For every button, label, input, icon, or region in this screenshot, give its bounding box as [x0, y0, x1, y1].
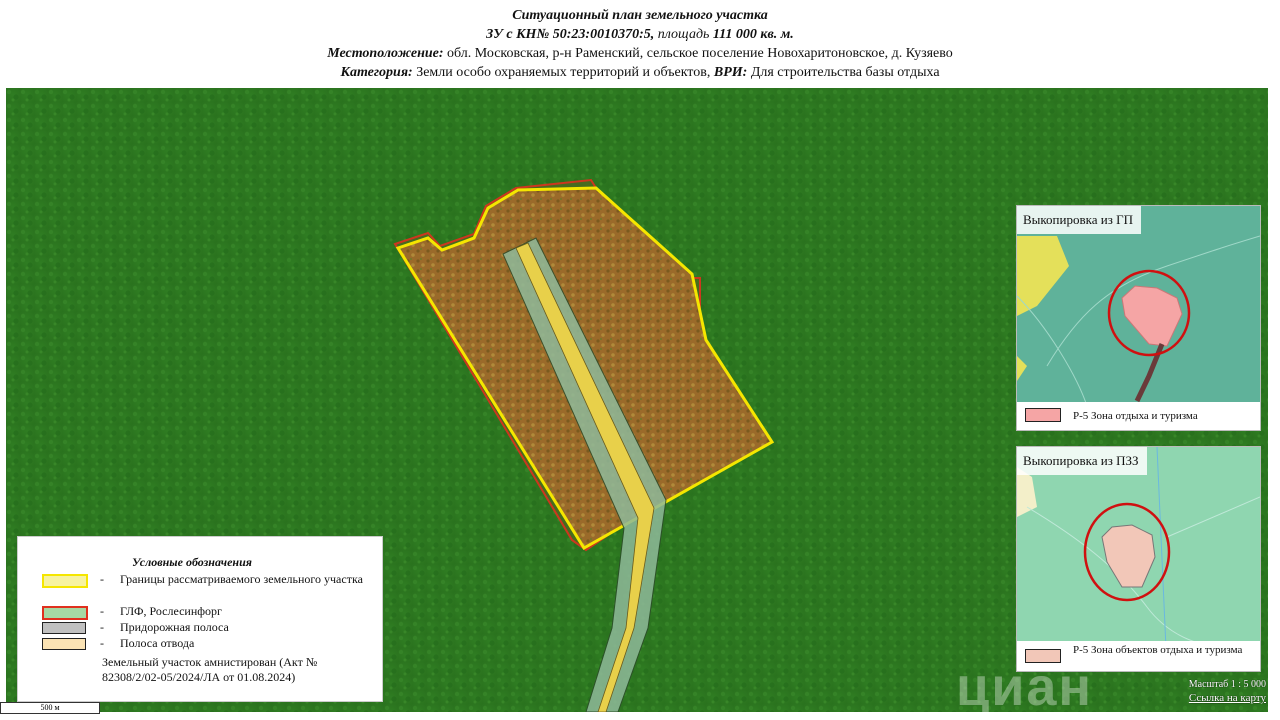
inset-gp[interactable]: Выкопировка из ГП Р-5 Зона отдыха и тури… [1016, 205, 1261, 431]
legend-dash: - [100, 604, 104, 618]
inset-pzz-legend-swatch [1025, 649, 1061, 663]
header-location-value: обл. Московская, р-н Раменский, сельское… [447, 46, 953, 61]
header-cadastral-number: ЗУ с КН№ 50:23:0010370:5, [486, 27, 655, 42]
inset-gp-legend: Р-5 Зона отдыха и туризма [1017, 402, 1260, 430]
map-link[interactable]: Ссылка на карту [1189, 692, 1266, 704]
legend-dash: - [100, 572, 104, 586]
inset-pzz-map [1017, 447, 1260, 671]
legend-dash: - [100, 620, 104, 634]
header-vri-label: ВРИ: [713, 65, 748, 80]
header-category-value: Земли особо охраняемых территорий и объе… [416, 65, 711, 80]
inset-gp-title: Выкопировка из ГП [1017, 206, 1141, 234]
legend-swatch-glf [42, 606, 88, 620]
header-vri-value: Для строительства базы отдыха [750, 65, 940, 80]
inset-pzz[interactable]: Выкопировка из ПЗЗ Р-5 Зона объектов отд… [1016, 446, 1261, 672]
header-category-label: Категория: [340, 65, 413, 80]
header-location: Местоположение: обл. Московская, р-н Рам… [0, 44, 1280, 63]
legend-swatch-right-of-way [42, 638, 86, 650]
legend-label-right-of-way: Полоса отвода [120, 636, 195, 650]
map-legend: Условные обозначения - Границы рассматри… [17, 536, 383, 702]
legend-label-roadside: Придорожная полоса [120, 620, 229, 634]
scale-bar: 500 м [0, 702, 100, 714]
header-cadastral: ЗУ с КН№ 50:23:0010370:5, площадь 111 00… [0, 25, 1280, 44]
inset-gp-legend-swatch [1025, 408, 1061, 422]
legend-label-parcel: Границы рассматриваемого земельного учас… [120, 572, 363, 586]
header-area-value: 111 000 кв. м. [712, 27, 794, 42]
legend-dash: - [100, 636, 104, 650]
legend-label-glf: ГЛФ, Рослесинфорг [120, 604, 222, 618]
header-area-label: площадь [654, 27, 713, 42]
legend-note-amnesty: Земельный участок амнистирован (Акт № 82… [102, 655, 318, 684]
inset-gp-legend-label: Р-5 Зона отдыха и туризма [1073, 410, 1198, 422]
header-title: Ситуационный план земельного участка [512, 8, 768, 23]
right-edge [1268, 88, 1280, 720]
inset-gp-map [1017, 206, 1260, 430]
header-location-label: Местоположение: [327, 46, 444, 61]
inset-pzz-legend: Р-5 Зона объектов отдыха и туризма [1017, 641, 1260, 671]
legend-swatch-roadside [42, 622, 86, 634]
scale-text: Масштаб 1 : 5 000 [1188, 679, 1266, 690]
map-header: Ситуационный план земельного участка ЗУ … [0, 0, 1280, 88]
legend-title: Условные обозначения [132, 555, 252, 569]
inset-pzz-title: Выкопировка из ПЗЗ [1017, 447, 1147, 475]
inset-pzz-legend-label: Р-5 Зона объектов отдыха и туризма [1073, 644, 1243, 656]
legend-swatch-parcel [42, 574, 88, 588]
header-category: Категория: Земли особо охраняемых террит… [0, 63, 1280, 82]
